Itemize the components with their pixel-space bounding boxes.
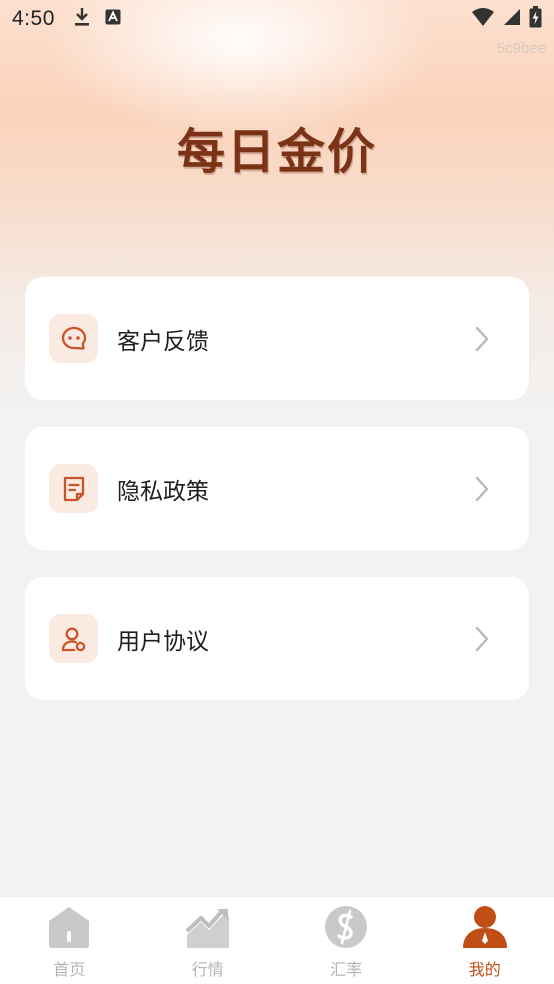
tab-exchange-rate[interactable]: 汇率 [277, 897, 416, 984]
status-system-icons [471, 6, 542, 32]
home-icon [45, 905, 93, 953]
accessibility-a-icon [105, 9, 121, 29]
status-notification-icons [73, 7, 121, 31]
build-tag: 5c9bee [496, 40, 546, 57]
status-bar: 4:50 [0, 0, 554, 38]
battery-charging-icon [529, 6, 542, 32]
tab-label: 首页 [53, 960, 86, 979]
menu-item-user-agreement[interactable]: 用户协议 [25, 577, 529, 700]
menu-item-label: 隐私政策 [117, 478, 209, 505]
profile-icon [461, 905, 509, 953]
menu-item-label: 用户协议 [117, 628, 209, 655]
wifi-icon [471, 7, 495, 31]
tab-label: 行情 [191, 960, 224, 979]
menu-item-label: 客户反馈 [117, 328, 209, 355]
menu-item-feedback[interactable]: 客户反馈 [25, 277, 529, 400]
signal-icon [503, 8, 521, 30]
tab-profile[interactable]: 我的 [416, 897, 554, 984]
market-trend-icon [184, 905, 232, 953]
user-agreement-icon [49, 614, 98, 663]
tab-label: 我的 [468, 960, 501, 979]
feedback-chat-icon [49, 314, 98, 363]
chevron-right-icon [475, 476, 489, 502]
tab-market[interactable]: 行情 [139, 897, 278, 984]
status-time: 4:50 [12, 7, 55, 30]
profile-screen: 4:50 5c9bee 每日金价 客户反馈 隐私政策 用户协议 首页 行情 汇率… [0, 0, 554, 984]
chevron-right-icon [475, 626, 489, 652]
tab-home[interactable]: 首页 [0, 897, 139, 984]
chevron-right-icon [475, 326, 489, 352]
bottom-tab-bar: 首页 行情 汇率 我的 [0, 896, 554, 984]
download-icon [73, 7, 91, 31]
menu-item-privacy-policy[interactable]: 隐私政策 [25, 427, 529, 550]
document-icon [49, 464, 98, 513]
hero-title: 每日金价 [176, 124, 377, 180]
tab-label: 汇率 [330, 960, 363, 979]
exchange-rate-icon [322, 905, 370, 953]
